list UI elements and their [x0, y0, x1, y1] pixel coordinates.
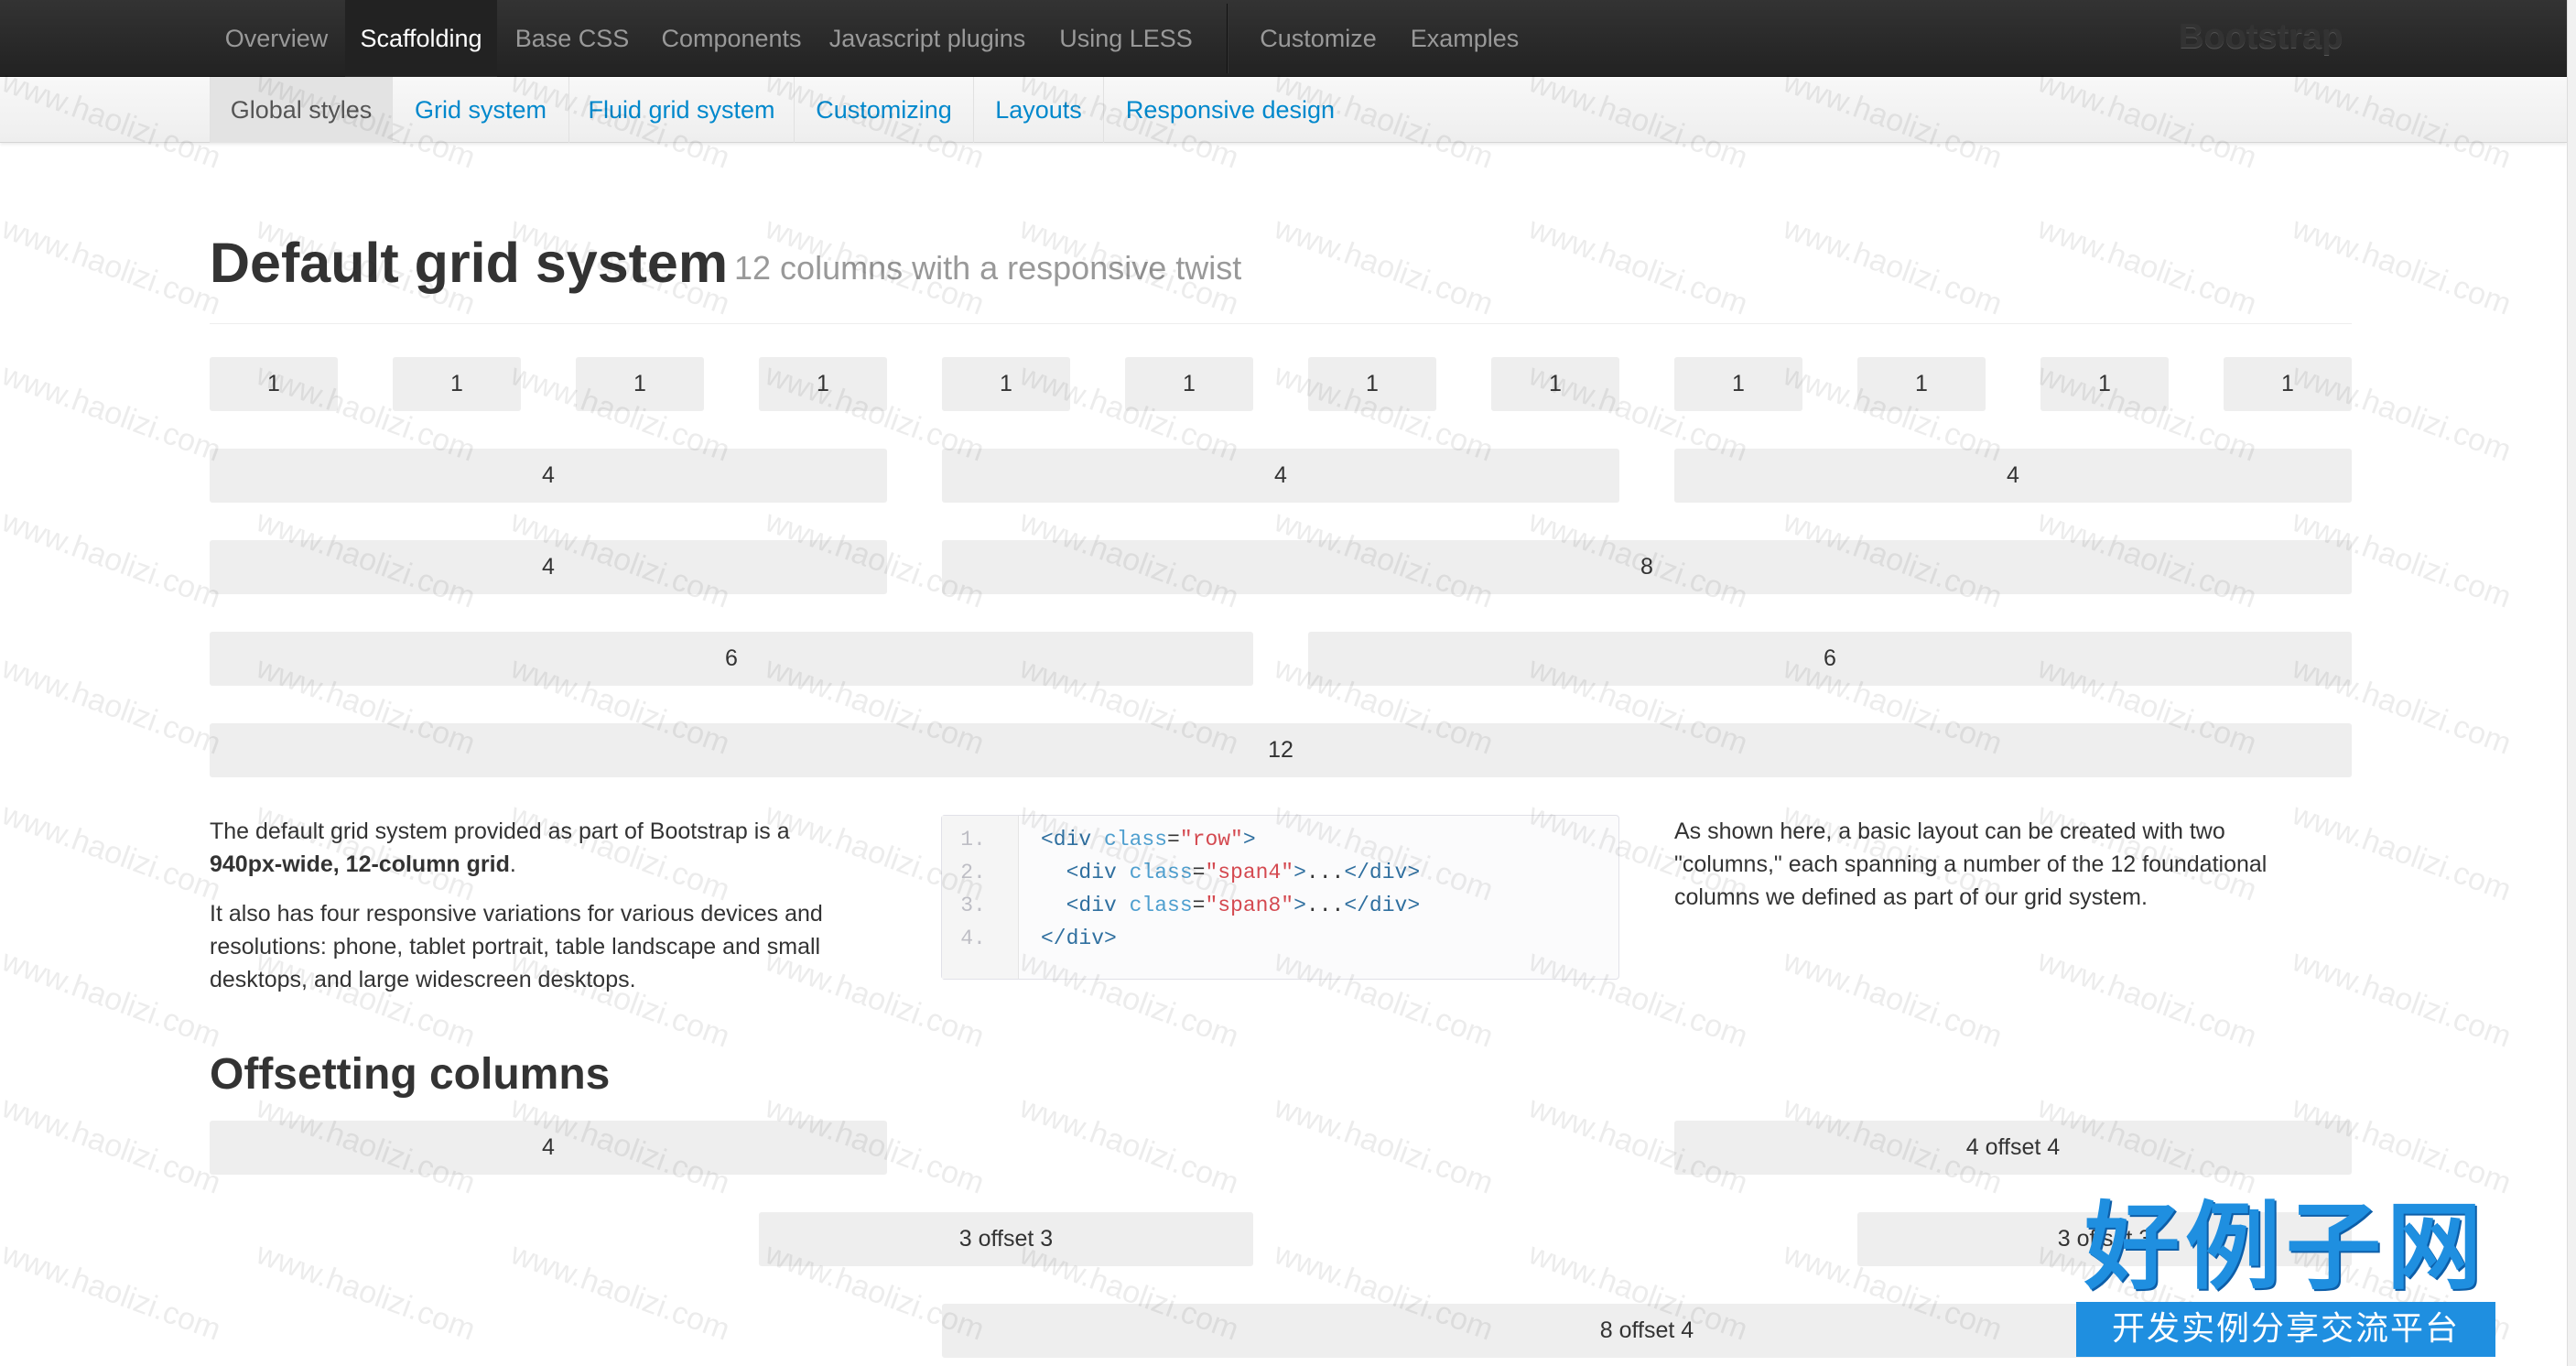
grid-cell-span6: 6	[210, 632, 1253, 686]
grid-cell-span1: 1	[1308, 357, 1436, 411]
desc-p2-line: It also has four responsive variations f…	[210, 901, 823, 927]
watermark-text: www.haolizi.com	[1779, 943, 2008, 1055]
desc-p2-line: desktops, and large widescreen desktops.	[210, 967, 636, 992]
grid-cell-span4: 4	[942, 449, 1619, 503]
nav-javascript-plugins[interactable]: Javascript plugins	[817, 0, 1037, 77]
section-title-offsetting: Offsetting columns	[210, 1050, 611, 1099]
grid-cell-span1: 1	[210, 357, 338, 411]
nav-scaffolding[interactable]: Scaffolding	[345, 0, 497, 77]
grid-cell-span1: 1	[2224, 357, 2352, 411]
watermark-text: www.haolizi.com	[0, 357, 226, 469]
grid-cell-span1: 1	[393, 357, 521, 411]
watermark-text: www.haolizi.com	[0, 650, 226, 762]
watermark-text: www.haolizi.com	[0, 1090, 226, 1201]
watermark-text: www.haolizi.com	[2033, 943, 2262, 1055]
subnav-layouts[interactable]: Layouts	[974, 77, 1104, 143]
watermark-text: www.haolizi.com	[0, 504, 226, 615]
desc-p1: The default grid system provided as part…	[210, 815, 905, 881]
offset-cell-span3-offset3: 3 offset 3	[759, 1212, 1253, 1266]
nav-examples[interactable]: Examples	[1399, 0, 1531, 77]
grid-cell-span1: 1	[1491, 357, 1619, 411]
vertical-scrollbar[interactable]	[2567, 0, 2576, 1366]
subnav-responsive-design[interactable]: Responsive design	[1104, 77, 1357, 143]
nav-overview[interactable]: Overview	[210, 0, 343, 77]
nav-using-less[interactable]: Using LESS	[1044, 0, 1208, 77]
watermark-text: www.haolizi.com	[1015, 1090, 1244, 1201]
offset-cell-span8-offset4: 8 offset 4	[942, 1304, 2352, 1358]
subnav-grid-system[interactable]: Grid system	[393, 77, 569, 143]
line-number: 4.	[960, 927, 986, 950]
desc-right-line: "columns," each spanning a number of the…	[1674, 851, 2268, 877]
nav-components[interactable]: Components	[649, 0, 814, 77]
grid-cell-span4: 4	[210, 449, 887, 503]
watermark-text: www.haolizi.com	[0, 943, 226, 1055]
grid-cell-span1: 1	[2040, 357, 2169, 411]
grid-description-left: The default grid system provided as part…	[210, 815, 905, 996]
code-source: <div class="span4">...</div>	[1066, 861, 1421, 884]
offset-cell-span3-offset3: 3 offset 3	[1857, 1212, 2352, 1266]
watermark-text: www.haolizi.com	[252, 1236, 481, 1348]
page-title: Default grid system	[210, 232, 729, 294]
desc-p1-bold: 940px-wide, 12-column grid	[210, 851, 510, 877]
subnav: Global styles Grid system Fluid grid sys…	[0, 77, 2567, 143]
subnav-customizing[interactable]: Customizing	[795, 77, 974, 143]
brand-logo[interactable]: Bootstrap	[2179, 0, 2343, 77]
desc-p1-text: The default grid system provided as part…	[210, 819, 790, 844]
grid-cell-span4: 4	[210, 540, 887, 594]
page-subtitle: 12 columns with a responsive twist	[734, 249, 1242, 287]
grid-cell-span12: 12	[210, 723, 2352, 777]
watermark-text: www.haolizi.com	[1270, 1090, 1499, 1201]
grid-cell-span1: 1	[1125, 357, 1253, 411]
watermark-text: www.haolizi.com	[2288, 943, 2516, 1055]
subnav-fluid-grid-system[interactable]: Fluid grid system	[569, 77, 795, 143]
code-example: 1. <div class="row"> 2. <div class="span4"…	[941, 815, 1619, 980]
code-source: <div class="span8">...</div>	[1066, 894, 1421, 917]
nav-base-css[interactable]: Base CSS	[499, 0, 645, 77]
line-number: 3.	[960, 894, 986, 917]
offset-cell-span4-offset4: 4 offset 4	[1674, 1121, 2352, 1175]
grid-cell-span1: 1	[1857, 357, 1986, 411]
grid-cell-span1: 1	[576, 357, 704, 411]
desc-right-line: As shown here, a basic layout can be cre…	[1674, 819, 2225, 844]
watermark-text: www.haolizi.com	[506, 1236, 735, 1348]
offset-cell-span4: 4	[210, 1121, 887, 1175]
nav-divider	[1227, 4, 1228, 73]
grid-cell-span1: 1	[759, 357, 887, 411]
watermark-text: www.haolizi.com	[0, 211, 226, 322]
grid-cell-span4: 4	[1674, 449, 2352, 503]
watermark-text: www.haolizi.com	[0, 1236, 226, 1348]
code-source: </div>	[1041, 927, 1117, 950]
desc-p2: It also has four responsive variations f…	[210, 897, 905, 996]
watermark-text: www.haolizi.com	[0, 797, 226, 908]
code-source: <div class="row">	[1041, 828, 1256, 851]
grid-description-right: As shown here, a basic layout can be cre…	[1674, 815, 2370, 914]
grid-cell-span1: 1	[942, 357, 1070, 411]
grid-cell-span6: 6	[1308, 632, 2352, 686]
nav-customize[interactable]: Customize	[1245, 0, 1391, 77]
grid-cell-span8: 8	[942, 540, 2352, 594]
desc-p2-line: resolutions: phone, tablet portrait, tab…	[210, 934, 821, 959]
top-navbar: Overview Scaffolding Base CSS Components…	[0, 0, 2567, 77]
line-number: 2.	[960, 861, 986, 884]
subnav-global-styles[interactable]: Global styles	[210, 77, 393, 143]
desc-p1-end: .	[509, 851, 516, 877]
line-number: 1.	[960, 828, 986, 851]
grid-cell-span1: 1	[1674, 357, 1802, 411]
desc-right-line: columns we defined as part of our grid s…	[1674, 884, 2148, 910]
